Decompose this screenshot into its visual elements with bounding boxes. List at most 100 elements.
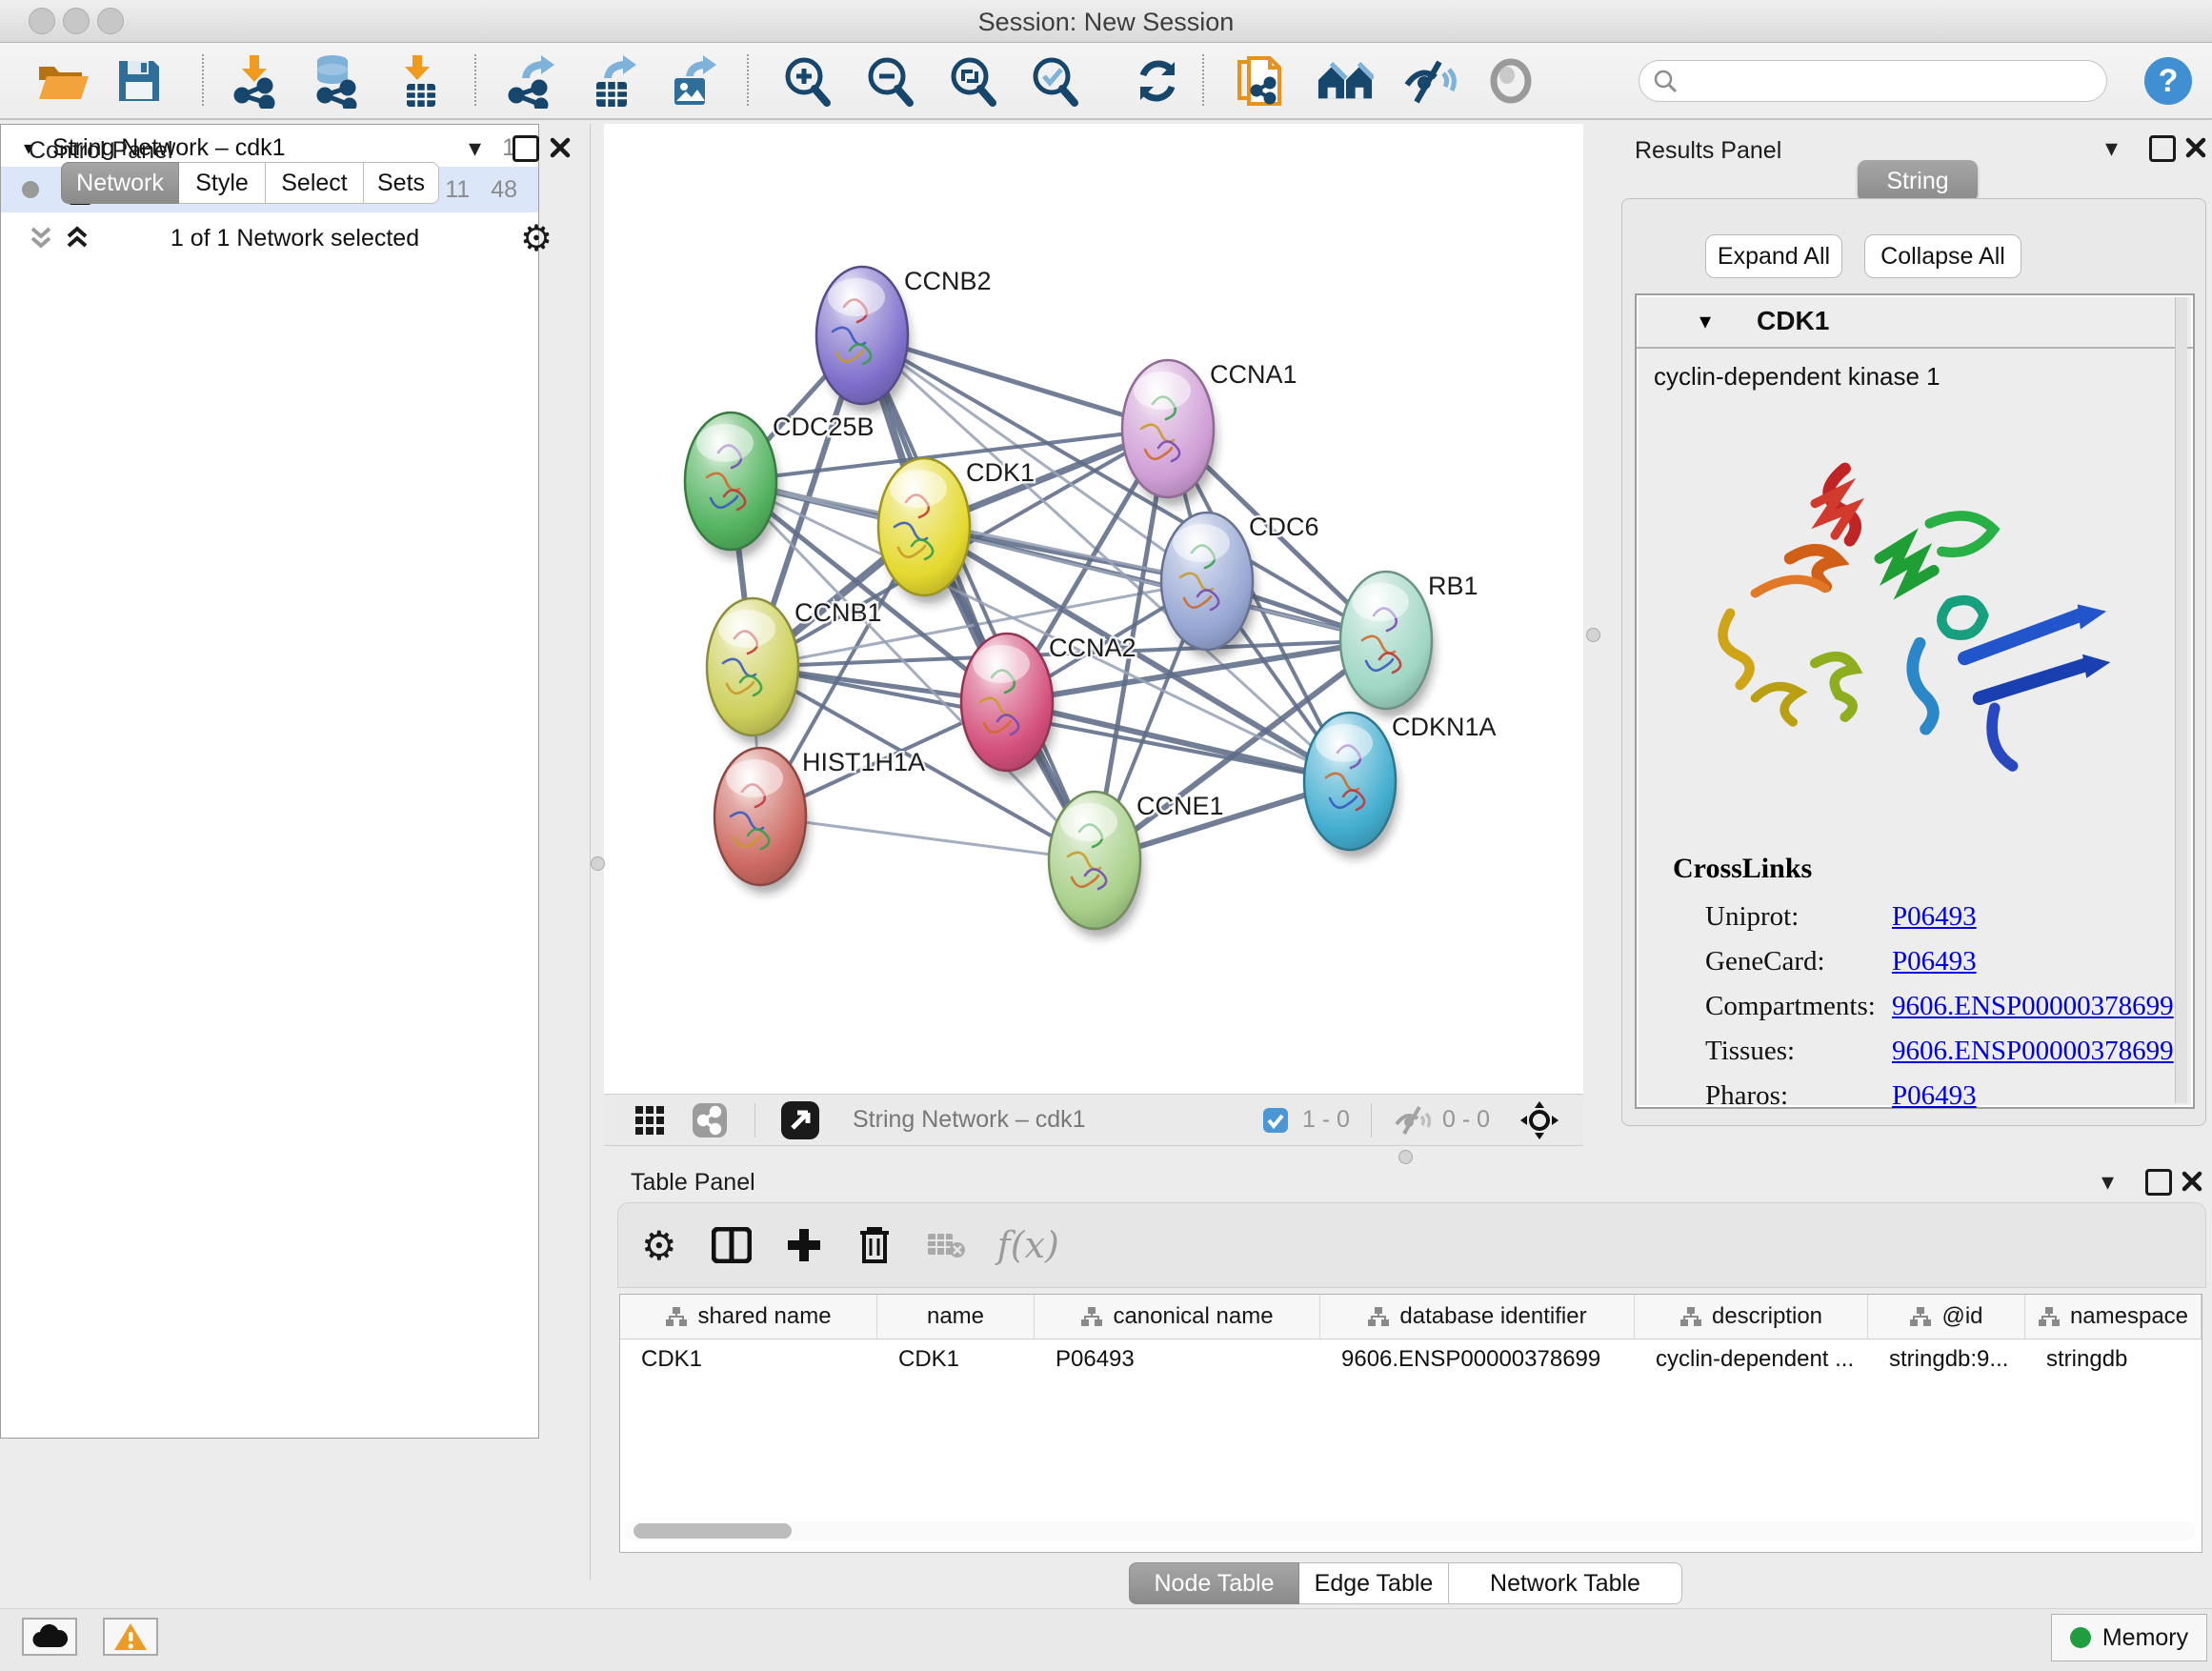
- crosslink-value-link[interactable]: 9606.ENSP00000378699: [1892, 991, 2174, 1022]
- crosslink-row: Compartments: 9606.ENSP00000378699: [1705, 984, 2193, 1029]
- table-cell-2[interactable]: P06493: [1035, 1339, 1320, 1379]
- zoom-fit-button[interactable]: [943, 52, 1000, 110]
- table-cell-4[interactable]: cyclin-dependent ...: [1635, 1339, 1868, 1379]
- export-image-icon: [665, 53, 718, 109]
- show-hidden-button-disabled[interactable]: [1482, 52, 1539, 110]
- scrollbar-thumb[interactable]: [633, 1523, 792, 1539]
- cloud-status-button[interactable]: [22, 1618, 77, 1656]
- node-CDKN1A[interactable]: CDKN1A: [1304, 713, 1497, 858]
- node-RB1[interactable]: RB1: [1340, 572, 1478, 717]
- import-table-button[interactable]: [391, 52, 448, 110]
- table-cell-3[interactable]: 9606.ENSP00000378699: [1320, 1339, 1635, 1379]
- selected-node-edge-counts: 1 - 0: [1302, 1106, 1350, 1134]
- tab-edge-table[interactable]: Edge Table: [1299, 1562, 1449, 1604]
- node-CCNB1[interactable]: CCNB1: [707, 598, 882, 744]
- edge-CCNB2-CCNE1[interactable]: [862, 335, 1095, 860]
- expand-all-button[interactable]: Expand All: [1705, 234, 1842, 278]
- hidden-eye-slash-icon[interactable]: [1393, 1105, 1431, 1136]
- crosslink-value-link[interactable]: P06493: [1892, 1080, 1977, 1112]
- birds-eye-view-icon[interactable]: [692, 1102, 728, 1138]
- delete-column-icon[interactable]: [856, 1225, 893, 1265]
- refresh-view-button[interactable]: [1129, 52, 1186, 110]
- network-canvas[interactable]: CCNB2CCNA1CDC25BCDK1CDC6RB1CCNB1CCNA2CDK…: [604, 124, 1583, 1094]
- column-header-0[interactable]: shared name: [620, 1295, 877, 1339]
- control-panel-menu-icon[interactable]: ▾: [469, 135, 481, 160]
- results-panel-float-icon[interactable]: [2149, 135, 2176, 162]
- search-box[interactable]: [1639, 60, 2107, 102]
- collapse-all-button[interactable]: Collapse All: [1864, 234, 2021, 278]
- table-settings-gear-icon[interactable]: ⚙: [641, 1222, 677, 1269]
- table-panel-menu-icon[interactable]: ▾: [2101, 1169, 2114, 1194]
- tab-string[interactable]: String: [1858, 160, 1978, 202]
- clone-network-button[interactable]: [1231, 52, 1288, 110]
- node-HIST1H1A[interactable]: HIST1H1A: [714, 748, 925, 894]
- import-network-from-database-button[interactable]: [307, 52, 364, 110]
- document-share-icon: [1234, 52, 1285, 110]
- hide-selected-button[interactable]: [1400, 52, 1458, 110]
- node-CCNA1[interactable]: CCNA1: [1122, 360, 1297, 506]
- results-panel-close-icon[interactable]: [2184, 136, 2207, 159]
- column-header-1[interactable]: name: [877, 1295, 1035, 1339]
- column-header-6[interactable]: namespace: [2025, 1295, 2202, 1339]
- table-horizontal-scrollbar[interactable]: [624, 1521, 2196, 1540]
- zoom-out-button[interactable]: [860, 52, 917, 110]
- results-scrollbar[interactable]: [2175, 297, 2187, 1103]
- edge-CCNA2-CDKN1A[interactable]: [1007, 702, 1350, 781]
- table-panel-close-icon[interactable]: [2181, 1170, 2203, 1193]
- show-columns-icon[interactable]: [712, 1227, 752, 1263]
- gene-card-header[interactable]: ▾ CDK1: [1637, 295, 2193, 349]
- memory-button[interactable]: Memory: [2051, 1614, 2207, 1661]
- table-cell-5[interactable]: stringdb:9...: [1868, 1339, 2025, 1379]
- column-header-3[interactable]: database identifier: [1320, 1295, 1635, 1339]
- add-column-icon[interactable]: [786, 1227, 822, 1263]
- table-cell-0[interactable]: CDK1: [620, 1339, 877, 1379]
- tab-network-table[interactable]: Network Table: [1449, 1562, 1682, 1604]
- show-all-networks-button[interactable]: [1317, 52, 1374, 110]
- node-CCNB2[interactable]: CCNB2: [816, 267, 992, 413]
- results-panel-menu-icon[interactable]: ▾: [2105, 135, 2118, 160]
- delete-table-icon-disabled[interactable]: [927, 1231, 965, 1259]
- network-graph[interactable]: CCNB2CCNA1CDC25BCDK1CDC6RB1CCNB1CCNA2CDK…: [604, 124, 1583, 1094]
- node-CCNE1[interactable]: CCNE1: [1049, 792, 1224, 937]
- warnings-button[interactable]: [103, 1618, 158, 1656]
- function-builder-icon-disabled[interactable]: f(x): [997, 1224, 1059, 1266]
- fit-content-crosshair-icon[interactable]: [1518, 1099, 1560, 1141]
- table-cell-1[interactable]: CDK1: [877, 1339, 1035, 1379]
- selected-checkbox-icon[interactable]: [1262, 1107, 1289, 1134]
- open-in-window-icon[interactable]: [780, 1100, 820, 1140]
- gene-collapse-icon[interactable]: ▾: [1699, 308, 1711, 335]
- open-session-button[interactable]: [34, 52, 91, 110]
- save-session-button[interactable]: [111, 52, 168, 110]
- search-input[interactable]: [1678, 67, 2081, 95]
- tab-sets[interactable]: Sets: [364, 162, 439, 204]
- crosslink-value-link[interactable]: P06493: [1892, 901, 1977, 933]
- import-network-button[interactable]: [227, 52, 284, 110]
- left-splitter-handle[interactable]: [591, 856, 605, 871]
- crosslink-value-link[interactable]: 9606.ENSP00000378699: [1892, 1036, 2174, 1067]
- node-label-CDC6: CDC6: [1249, 513, 1319, 541]
- zoom-in-button[interactable]: [777, 52, 835, 110]
- control-panel-float-icon[interactable]: [513, 135, 539, 162]
- column-header-4[interactable]: description: [1635, 1295, 1868, 1339]
- edge-CCNE1-HIST1H1A[interactable]: [760, 816, 1095, 860]
- export-network-button[interactable]: [503, 52, 560, 110]
- table-panel-float-icon[interactable]: [2145, 1169, 2172, 1196]
- control-panel-close-icon[interactable]: [549, 136, 572, 159]
- node-label-CDK1: CDK1: [966, 458, 1035, 487]
- network-view-name: String Network – cdk1: [853, 1106, 1086, 1134]
- table-cell-6[interactable]: stringdb: [2025, 1339, 2202, 1379]
- help-button[interactable]: ?: [2140, 52, 2197, 110]
- column-header-2[interactable]: canonical name: [1035, 1295, 1320, 1339]
- tab-style[interactable]: Style: [179, 162, 266, 204]
- export-image-button[interactable]: [663, 52, 720, 110]
- tab-network[interactable]: Network: [61, 162, 179, 204]
- zoom-selected-button[interactable]: [1025, 52, 1082, 110]
- node-label-CCNB2: CCNB2: [904, 267, 992, 295]
- export-table-button[interactable]: [583, 52, 640, 110]
- crosslink-value-link[interactable]: P06493: [1892, 946, 1977, 977]
- tab-node-table[interactable]: Node Table: [1129, 1562, 1299, 1604]
- gear-icon[interactable]: ⚙: [520, 217, 553, 260]
- grid-view-icon[interactable]: [634, 1105, 665, 1136]
- column-header-5[interactable]: @id: [1868, 1295, 2025, 1339]
- tab-select[interactable]: Select: [266, 162, 364, 204]
